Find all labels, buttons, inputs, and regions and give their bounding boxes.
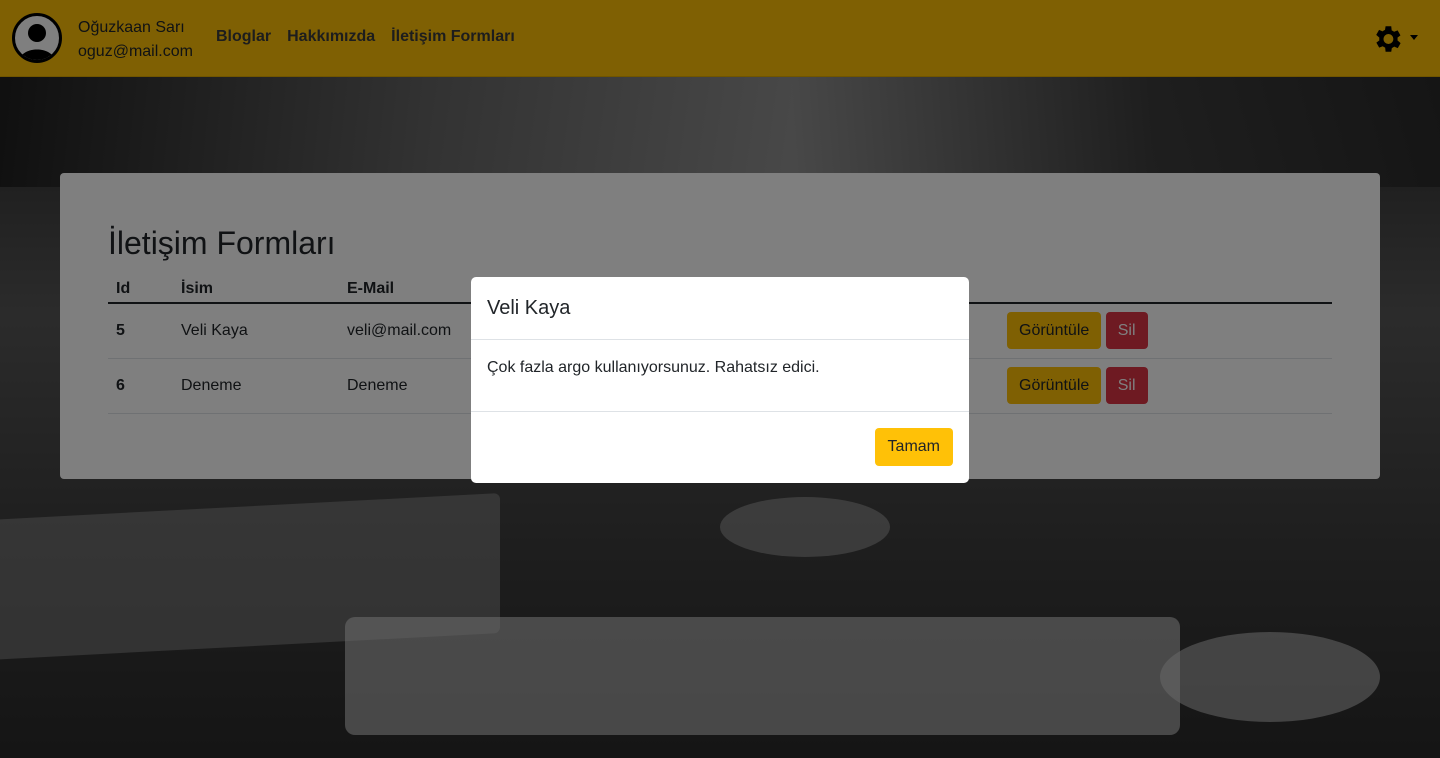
modal-footer: Tamam — [471, 412, 969, 482]
message-modal: Veli Kaya Çok fazla argo kullanıyorsunuz… — [471, 277, 969, 483]
modal-title: Veli Kaya — [487, 297, 571, 319]
ok-button[interactable]: Tamam — [874, 428, 953, 466]
modal-body: Çok fazla argo kullanıyorsunuz. Rahatsız… — [471, 340, 969, 412]
modal-header: Veli Kaya — [471, 277, 969, 340]
